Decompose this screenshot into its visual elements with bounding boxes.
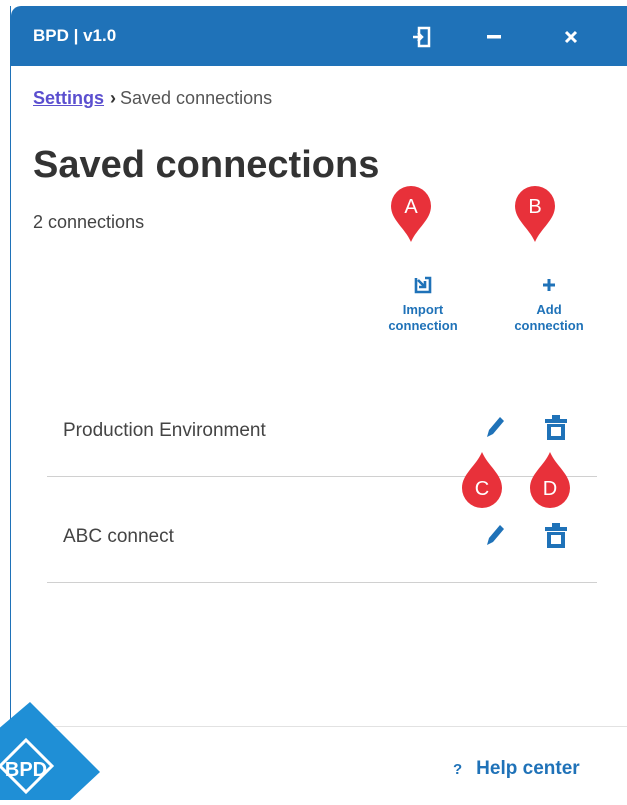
close-icon[interactable] [553, 20, 589, 54]
footer-divider [11, 726, 627, 727]
trash-icon[interactable] [543, 414, 569, 447]
callout-letter: D [542, 478, 558, 500]
help-center-link[interactable]: ? Help center [453, 758, 580, 780]
connection-count: 2 connections [33, 212, 145, 232]
connection-row: Production Environment [47, 376, 597, 477]
edit-icon[interactable] [483, 522, 507, 553]
trash-icon[interactable] [543, 522, 569, 555]
import-label-line1: Import [402, 302, 444, 317]
callout-letter: A [404, 196, 418, 218]
page-title: Saved connections [33, 144, 380, 186]
help-icon: ? [453, 761, 463, 778]
connection-row: ABC connect [47, 482, 597, 583]
add-connection-button[interactable]: Add connection [504, 274, 594, 334]
bpd-logo: BPD [0, 700, 102, 805]
callout-letter: B [528, 196, 542, 218]
connection-name: Production Environment [63, 420, 266, 441]
import-connection-button[interactable]: Import connection [378, 274, 468, 334]
help-center-label: Help center [476, 758, 580, 779]
callout-letter: C [474, 478, 490, 500]
logo-text: BPD [5, 759, 47, 781]
breadcrumb-current: Saved connections [120, 88, 273, 108]
plus-icon [504, 274, 594, 296]
breadcrumb: Settings › Saved connections [33, 88, 272, 109]
connection-name: ABC connect [63, 526, 174, 547]
callout-marker: A [389, 186, 433, 242]
callout-marker: D [528, 452, 572, 508]
exit-icon[interactable] [403, 20, 439, 54]
add-label-line2: connection [514, 318, 584, 333]
import-icon [378, 274, 468, 296]
window-title: BPD | v1.0 [33, 26, 117, 45]
edit-icon[interactable] [483, 414, 507, 445]
breadcrumb-separator: › [110, 88, 117, 108]
callout-marker: C [460, 452, 504, 508]
add-label-line1: Add [536, 302, 562, 317]
app-window: BPD | v1.0 Settings › Saved connections Sa… [10, 6, 627, 800]
import-label-line2: connection [388, 318, 458, 333]
minimize-icon[interactable] [476, 20, 512, 54]
callout-marker: B [513, 186, 557, 242]
breadcrumb-settings-link[interactable]: Settings [33, 88, 104, 108]
title-bar: BPD | v1.0 [11, 6, 627, 66]
